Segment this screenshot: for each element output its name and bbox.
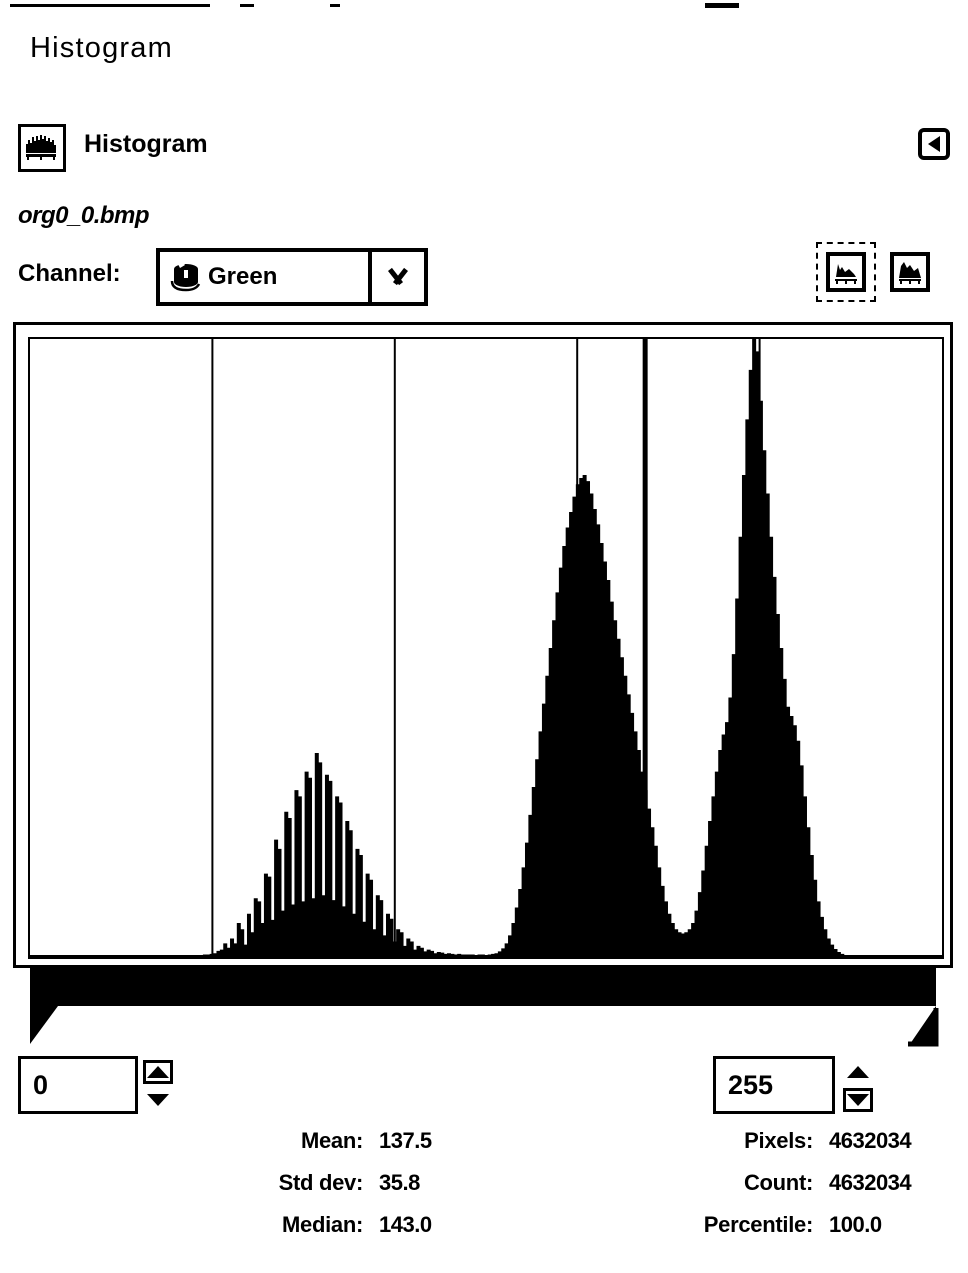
stat-key: Pixels: <box>744 1128 813 1153</box>
stat-value: 4632034 <box>829 1170 912 1195</box>
statistics-block: Mean: 137.5 Std dev: 35.8 Median: 143.0 Pixel… <box>13 1128 953 1258</box>
titlebar-line-4 <box>705 3 739 8</box>
channel-select[interactable]: Green <box>156 248 428 306</box>
histogram-chart[interactable] <box>30 339 942 957</box>
ramp-markers <box>30 1006 939 1047</box>
tab-histogram[interactable]: Histogram <box>84 130 208 159</box>
page-title: Histogram <box>30 32 173 64</box>
channel-select-value-area[interactable]: Green <box>160 252 368 302</box>
triangle-down-icon <box>147 1094 169 1106</box>
stat-value: 100.0 <box>829 1212 882 1237</box>
stat-key: Std dev: <box>278 1170 364 1195</box>
histogram-view-icon <box>826 252 866 292</box>
stat-value: 137.5 <box>379 1128 432 1153</box>
histogram-plot-area[interactable] <box>28 337 944 959</box>
triangle-up-icon <box>147 1066 169 1078</box>
histogram-plot-frame <box>13 322 953 968</box>
range-min-input[interactable]: 0 <box>18 1056 138 1114</box>
triangle-left-icon <box>928 136 940 152</box>
stat-line: Std dev: 35.8 <box>213 1170 513 1212</box>
view-mode-buttons <box>816 242 936 302</box>
range-max-spinner-down[interactable] <box>843 1088 873 1112</box>
stat-value: 35.8 <box>379 1170 420 1195</box>
channel-swatch-icon <box>164 255 208 299</box>
statistics-left-column: Mean: 137.5 Std dev: 35.8 Median: 143.0 <box>213 1128 513 1254</box>
histogram-icon[interactable] <box>18 124 66 172</box>
titlebar-line-3 <box>330 4 340 7</box>
channel-dropdown-button[interactable] <box>368 252 424 302</box>
view-mode-compressed-button[interactable] <box>884 246 936 298</box>
stat-value: 143.0 <box>379 1212 432 1237</box>
histogram-view-filled-icon <box>890 252 930 292</box>
range-inputs-row: 0 255 <box>13 1056 953 1118</box>
range-min-spinner[interactable] <box>141 1060 175 1112</box>
stat-key: Count: <box>743 1170 813 1195</box>
white-point-marker <box>910 1006 936 1044</box>
panel-tab-row: Histogram <box>18 124 950 172</box>
stat-line: Median: 143.0 <box>213 1212 513 1254</box>
window-titlebar-remnant <box>0 0 968 14</box>
channel-row: Channel: Green <box>18 242 950 306</box>
histogram-bars <box>202 339 858 957</box>
channel-selected-value: Green <box>208 263 278 290</box>
range-max-spinner[interactable] <box>841 1060 875 1112</box>
stat-line: Pixels: 4632034 <box>603 1128 953 1170</box>
collapse-panel-button[interactable] <box>918 128 950 160</box>
range-min-spinner-down[interactable] <box>143 1088 173 1112</box>
titlebar-line-1 <box>10 4 210 7</box>
statistics-right-column: Pixels: 4632034 Count: 4632034 Percentile: 10… <box>603 1128 953 1254</box>
stat-line: Percentile: 100.0 <box>603 1212 953 1254</box>
source-filename: org0_0.bmp <box>18 202 150 229</box>
stat-line: Count: 4632034 <box>603 1170 953 1212</box>
stat-line: Mean: 137.5 <box>213 1128 513 1170</box>
level-ramp-row <box>13 968 953 1048</box>
stat-key: Mean: <box>300 1128 363 1153</box>
stat-key: Percentile: <box>703 1212 814 1237</box>
range-max-input[interactable]: 255 <box>713 1056 835 1114</box>
black-point-marker <box>30 1006 58 1044</box>
range-max-spinner-up[interactable] <box>843 1060 873 1084</box>
stat-value: 4632034 <box>829 1128 912 1153</box>
triangle-up-icon <box>847 1066 869 1078</box>
stat-key: Median: <box>281 1212 363 1237</box>
triangle-down-icon <box>847 1094 869 1106</box>
view-mode-uncompressed-button[interactable] <box>816 242 876 302</box>
range-min-spinner-up[interactable] <box>143 1060 173 1084</box>
channel-label: Channel: <box>18 260 121 287</box>
chevron-down-icon <box>387 271 409 283</box>
titlebar-line-2 <box>240 4 254 7</box>
